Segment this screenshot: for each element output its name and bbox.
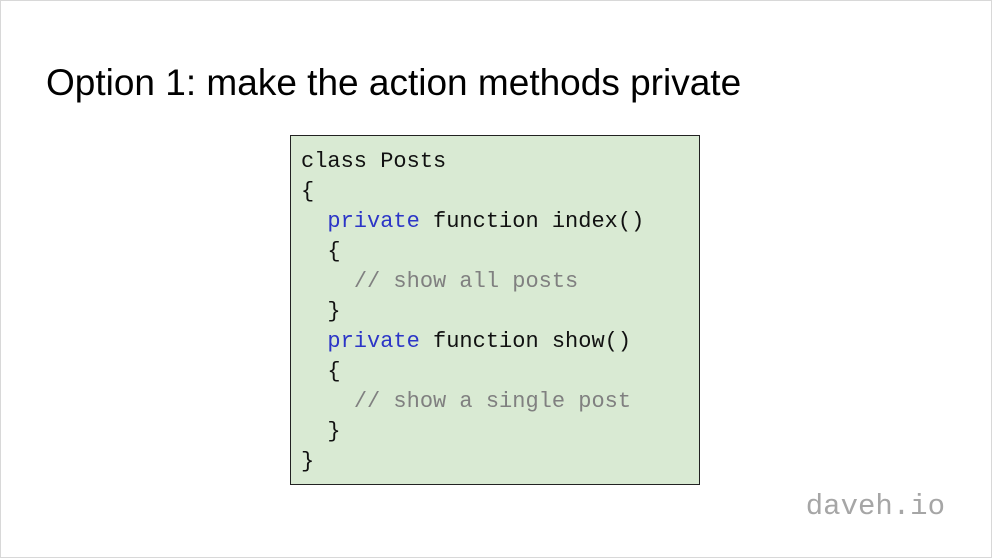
code-line: // show a single post [301,387,699,417]
code-line: { [301,237,699,267]
code-text: { [327,239,341,264]
brand-watermark: daveh.io [805,490,945,523]
code-keyword: private [327,209,420,234]
code-line: // show all posts [301,267,699,297]
slide-title: Option 1: make the action methods privat… [46,62,742,103]
code-comment: // show all posts [353,269,579,294]
code-text: } [301,449,315,474]
code-line: { [301,357,699,387]
code-keyword: private [327,329,420,354]
code-block: class Posts { private function index() {… [290,135,700,485]
code-text: function index() [419,209,645,234]
code-text: { [301,179,315,204]
code-line: } [301,447,699,477]
code-comment: // show a single post [353,389,632,414]
code-line: class Posts [301,147,699,177]
code-text: } [327,419,341,444]
code-text: { [327,359,341,384]
code-text: } [327,299,341,324]
code-line: { [301,177,699,207]
code-line: private function show() [301,327,699,357]
code-line: } [301,417,699,447]
slide: Option 1: make the action methods privat… [0,0,992,558]
code-text: function show() [419,329,632,354]
code-line: private function index() [301,207,699,237]
code-line: } [301,297,699,327]
code-text: class Posts [301,149,447,174]
